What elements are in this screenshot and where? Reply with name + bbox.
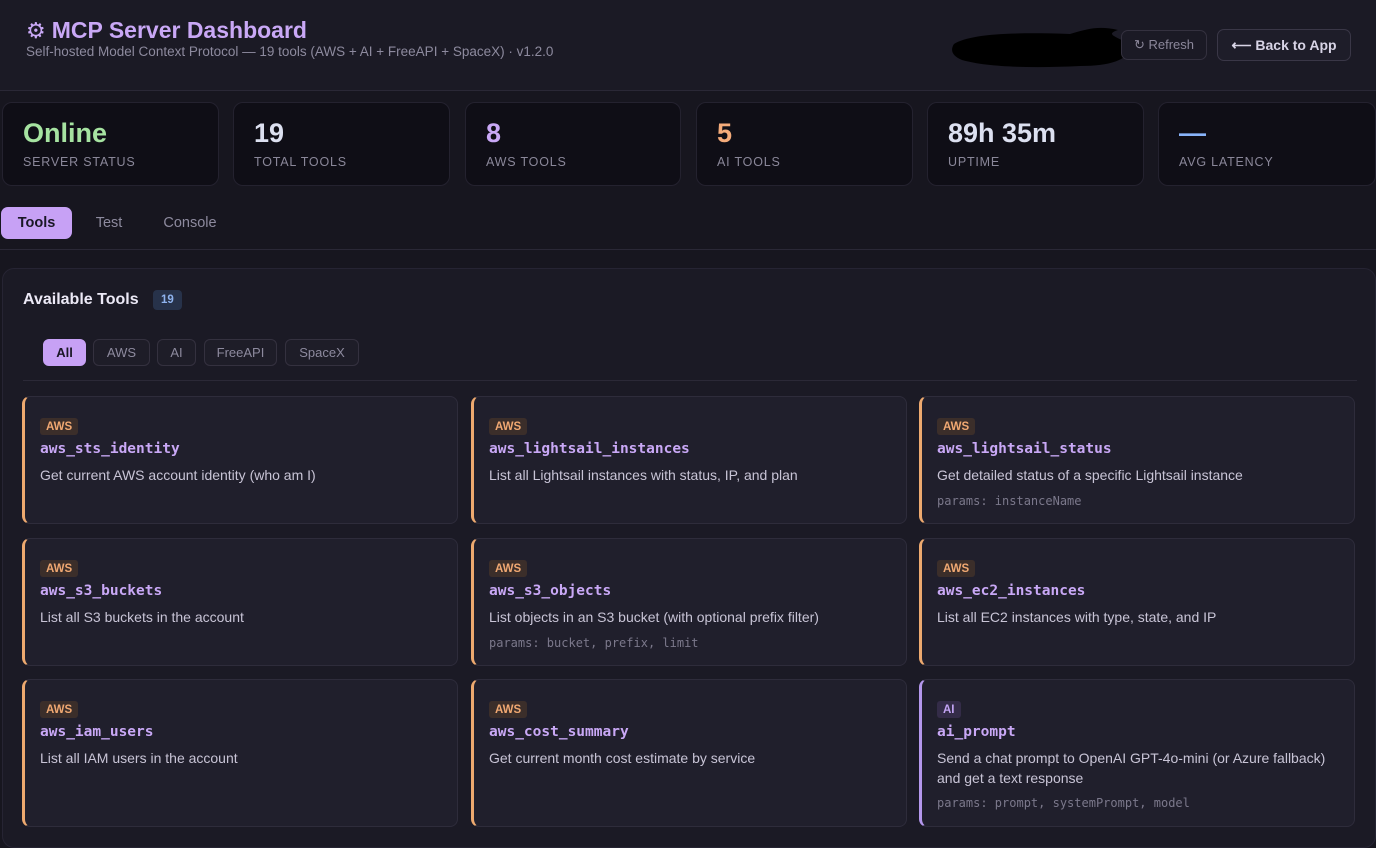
tool-name: aws_lightsail_instances: [489, 441, 690, 457]
filter-ai[interactable]: AI: [157, 339, 196, 366]
stat-uptime: 89h 35m UPTIME: [927, 102, 1144, 186]
tool-description: List all Lightsail instances with status…: [489, 467, 798, 483]
tool-card[interactable]: AWS aws_lightsail_status Get detailed st…: [919, 396, 1355, 524]
stat-label: TOTAL TOOLS: [254, 155, 347, 169]
tool-name: aws_ec2_instances: [937, 583, 1086, 599]
tool-card[interactable]: AWS aws_s3_buckets List all S3 buckets i…: [22, 538, 458, 666]
category-badge: AWS: [489, 418, 528, 435]
divider: [23, 380, 1357, 381]
stat-value: —: [1179, 118, 1206, 148]
refresh-button[interactable]: ↻ Refresh: [1121, 30, 1207, 60]
tool-card[interactable]: AWS aws_iam_users List all IAM users in …: [22, 679, 458, 827]
stat-avg-latency: — AVG LATENCY: [1158, 102, 1376, 186]
category-badge: AWS: [489, 560, 528, 577]
tool-card[interactable]: AWS aws_cost_summary Get current month c…: [471, 679, 907, 827]
tool-card[interactable]: AWS aws_sts_identity Get current AWS acc…: [22, 396, 458, 524]
stat-aws-tools: 8 AWS TOOLS: [465, 102, 681, 186]
category-badge: AI: [937, 701, 961, 718]
tool-card[interactable]: AWS aws_s3_objects List objects in an S3…: [471, 538, 907, 666]
filter-freeapi[interactable]: FreeAPI: [204, 339, 277, 366]
tool-name: ai_prompt: [937, 724, 1016, 740]
tool-description: List all S3 buckets in the account: [40, 609, 244, 625]
stat-label: AI TOOLS: [717, 155, 781, 169]
tool-name: aws_iam_users: [40, 724, 154, 740]
back-to-app-button[interactable]: ⟵ Back to App: [1217, 29, 1351, 61]
category-badge: AWS: [937, 418, 976, 435]
stat-server-status: Online SERVER STATUS: [2, 102, 219, 186]
tool-name: aws_s3_objects: [489, 583, 612, 599]
stat-value: 5: [717, 118, 733, 148]
tool-card[interactable]: AWS aws_ec2_instances List all EC2 insta…: [919, 538, 1355, 666]
category-badge: AWS: [937, 560, 976, 577]
stat-label: SERVER STATUS: [23, 155, 136, 169]
stat-value: 19: [254, 118, 285, 148]
tab-test[interactable]: Test: [80, 207, 138, 239]
gear-icon: ⚙: [26, 17, 46, 43]
tool-card[interactable]: AI ai_prompt Send a chat prompt to OpenA…: [919, 679, 1355, 827]
page-subtitle: Self-hosted Model Context Protocol — 19 …: [26, 44, 554, 59]
category-badge: AWS: [40, 418, 79, 435]
tool-description: List all EC2 instances with type, state,…: [937, 609, 1217, 625]
stat-label: UPTIME: [948, 155, 1001, 169]
tool-name: aws_cost_summary: [489, 724, 629, 740]
page-title: ⚙ MCP Server Dashboard: [26, 17, 307, 44]
stat-value: 8: [486, 118, 502, 148]
tool-name: aws_s3_buckets: [40, 583, 163, 599]
tool-description: Get current AWS account identity (who am…: [40, 467, 316, 483]
tools-panel: Available Tools 19 All AWS AI FreeAPI Sp…: [2, 268, 1376, 848]
tool-name: aws_sts_identity: [40, 441, 180, 457]
page-title-text: MCP Server Dashboard: [51, 17, 307, 43]
header: ⚙ MCP Server Dashboard Self-hosted Model…: [0, 0, 1376, 91]
tool-description: List all IAM users in the account: [40, 750, 238, 766]
panel-title: Available Tools: [23, 291, 139, 308]
stat-total-tools: 19 TOTAL TOOLS: [233, 102, 450, 186]
category-badge: AWS: [489, 701, 528, 718]
filter-spacex[interactable]: SpaceX: [285, 339, 359, 366]
redaction-scribble: [952, 27, 1133, 68]
stat-label: AWS TOOLS: [486, 155, 567, 169]
tab-tools[interactable]: Tools: [1, 207, 72, 239]
tool-params: params: prompt, systemPrompt, model: [937, 796, 1190, 810]
tool-description: Get detailed status of a specific Lights…: [937, 467, 1243, 483]
tool-description: Send a chat prompt to OpenAI GPT-4o-mini…: [937, 750, 1326, 786]
filter-all[interactable]: All: [43, 339, 86, 366]
tool-name: aws_lightsail_status: [937, 441, 1112, 457]
tool-description: Get current month cost estimate by servi…: [489, 750, 756, 766]
category-badge: AWS: [40, 560, 79, 577]
filter-aws[interactable]: AWS: [93, 339, 150, 366]
tool-description: List objects in an S3 bucket (with optio…: [489, 609, 819, 625]
stat-value: 89h 35m: [948, 118, 1057, 148]
stat-label: AVG LATENCY: [1179, 155, 1274, 169]
tab-bar: Tools Test Console: [0, 197, 1376, 250]
tab-console[interactable]: Console: [150, 207, 230, 239]
category-badge: AWS: [40, 701, 79, 718]
tool-params: params: bucket, prefix, limit: [489, 636, 699, 650]
stat-ai-tools: 5 AI TOOLS: [696, 102, 913, 186]
tool-params: params: instanceName: [937, 494, 1082, 508]
tool-card[interactable]: AWS aws_lightsail_instances List all Lig…: [471, 396, 907, 524]
stat-value: Online: [23, 118, 108, 148]
tool-count-badge: 19: [153, 290, 182, 310]
